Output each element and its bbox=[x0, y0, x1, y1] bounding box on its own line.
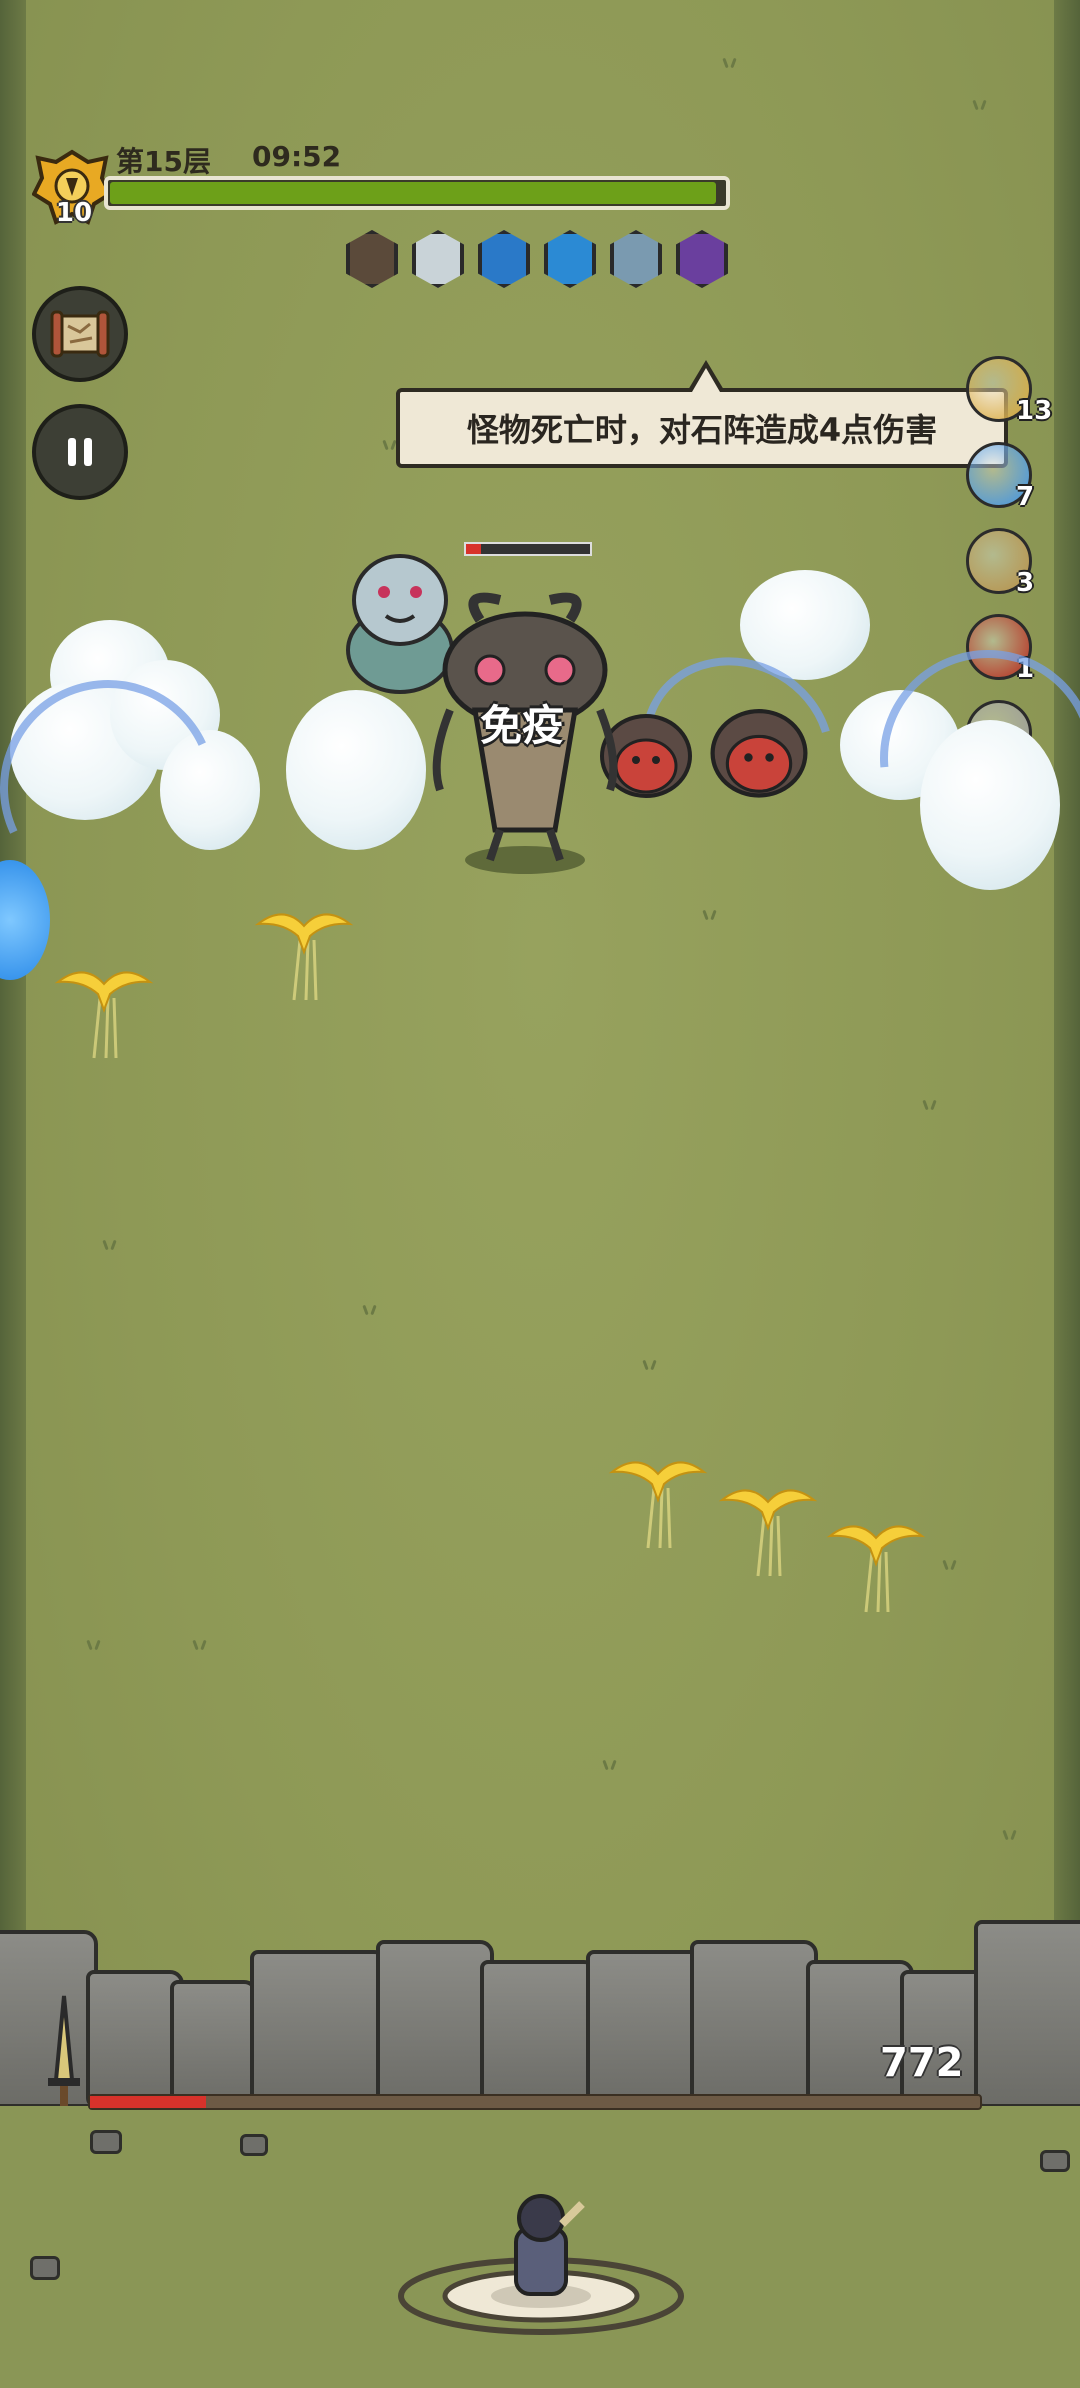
golden-bird-projectile bbox=[54, 971, 154, 1059]
grass-tuft bbox=[600, 1760, 622, 1770]
buff-count: 7 bbox=[1016, 482, 1035, 512]
skill-bar bbox=[346, 230, 728, 288]
snow-cloud bbox=[286, 690, 426, 850]
swirl-skill-icon bbox=[346, 230, 398, 288]
wave-progress-fill bbox=[110, 182, 716, 204]
golden-bird-projectile bbox=[826, 1525, 926, 1613]
sword-icon bbox=[48, 1995, 80, 2106]
map-scroll-button[interactable] bbox=[32, 286, 128, 382]
wall-rock bbox=[250, 1950, 388, 2108]
grass-tuft bbox=[84, 1640, 106, 1650]
buff-count: 3 bbox=[1016, 568, 1035, 598]
grass-tuft bbox=[940, 1560, 962, 1570]
player-level: 10 bbox=[55, 198, 93, 228]
battlefield: 10 第15层 09:52 怪物死亡时，对石阵造成4点伤害 13 7 3 1 免… bbox=[0, 0, 1080, 2388]
buff-slot: 3 bbox=[966, 528, 1046, 614]
buff-slot: 7 bbox=[966, 442, 1046, 528]
wall-rock bbox=[690, 1940, 818, 2108]
hero-character bbox=[398, 2194, 684, 2335]
pebble bbox=[240, 2134, 268, 2156]
vortex-skill-icon bbox=[676, 230, 728, 288]
immune-status-text: 免疫 bbox=[480, 701, 565, 750]
fire-blue-skill-icon bbox=[544, 230, 596, 288]
wall-hp-fill bbox=[90, 2096, 206, 2108]
grass-tuft bbox=[360, 1305, 382, 1315]
pebble bbox=[30, 2256, 60, 2280]
grass-tuft bbox=[190, 1640, 212, 1650]
buff-count: 13 bbox=[1016, 396, 1053, 426]
pebble bbox=[90, 2130, 122, 2154]
skill-tooltip: 怪物死亡时，对石阵造成4点伤害 bbox=[396, 388, 1008, 468]
grass-tuft bbox=[720, 58, 742, 68]
wall-rock bbox=[170, 1980, 258, 2108]
grass-tuft bbox=[700, 910, 722, 920]
grass-tuft bbox=[100, 1240, 122, 1250]
scroll-map-icon bbox=[50, 310, 110, 358]
golden-bird-projectile bbox=[608, 1461, 708, 1549]
golden-bird-projectile bbox=[254, 913, 354, 1001]
floor-label: 第15层 bbox=[116, 145, 211, 178]
enemy-hp-bar bbox=[464, 542, 592, 556]
wave-progress-bar bbox=[104, 176, 730, 210]
wall-rock bbox=[974, 1920, 1080, 2108]
grass-tuft bbox=[640, 1360, 662, 1370]
ghost-skill-icon bbox=[412, 230, 464, 288]
pause-icon bbox=[68, 438, 92, 466]
shield-skill-icon bbox=[478, 230, 530, 288]
stage-timer: 09:52 bbox=[252, 140, 342, 173]
pause-button[interactable] bbox=[32, 404, 128, 500]
grass-tuft bbox=[1000, 1830, 1022, 1840]
golden-bird-projectile bbox=[718, 1489, 818, 1577]
boar-enemy bbox=[710, 708, 808, 798]
wall-hp-value: 772 bbox=[880, 2040, 964, 2086]
grass-tuft bbox=[920, 1100, 942, 1110]
sword-skill-icon bbox=[610, 230, 662, 288]
tooltip-pointer-fill bbox=[692, 368, 720, 392]
wall-rock bbox=[376, 1940, 494, 2108]
pebble bbox=[1040, 2150, 1070, 2172]
blue-orb-effect bbox=[0, 860, 50, 980]
wall-rock bbox=[586, 1950, 704, 2108]
wall-hp-bar bbox=[88, 2094, 982, 2110]
buff-slot: 13 bbox=[966, 356, 1052, 442]
grass-tuft bbox=[970, 100, 992, 110]
wall-rock bbox=[480, 1960, 598, 2108]
